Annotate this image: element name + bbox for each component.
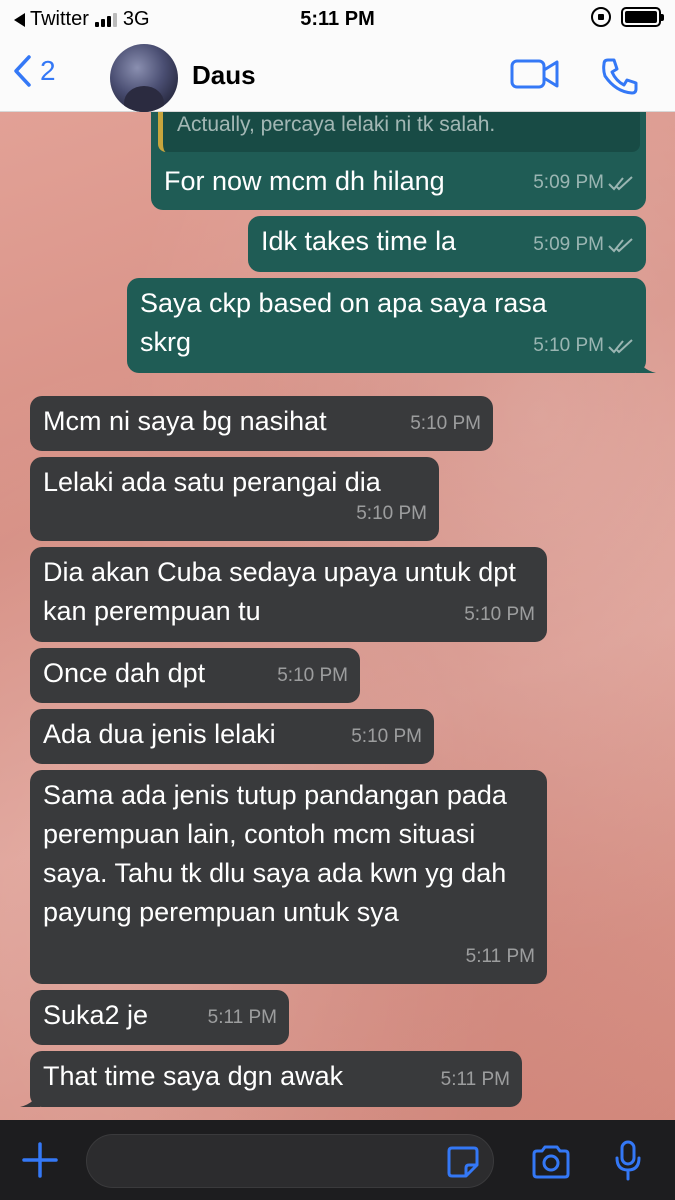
chat-header: 2 Daus bbox=[0, 38, 675, 112]
contact-name[interactable]: Daus bbox=[192, 60, 256, 91]
message-meta: 5:11 PM bbox=[466, 937, 535, 976]
plus-icon[interactable] bbox=[20, 1140, 60, 1180]
message-text: Mcm ni saya bg nasihat bbox=[43, 406, 327, 436]
camera-icon[interactable] bbox=[530, 1144, 572, 1180]
message-bubble-in[interactable]: Dia akan Cuba sedaya upaya untuk dpt kan… bbox=[30, 547, 547, 642]
microphone-icon[interactable] bbox=[614, 1140, 642, 1182]
message-text: Once dah dpt bbox=[43, 658, 206, 688]
message-bubble-in[interactable]: Ada dua jenis lelaki 5:10 PM bbox=[30, 709, 434, 764]
bubble-tail bbox=[636, 355, 656, 373]
quoted-message[interactable]: Actually, percaya lelaki ni tk salah. bbox=[158, 112, 640, 152]
message-input[interactable] bbox=[86, 1134, 494, 1188]
message-time: 5:09 PM bbox=[533, 172, 604, 193]
message-bubble-out[interactable]: Saya ckp based on apa saya rasa skrg 5:1… bbox=[127, 278, 656, 373]
status-right bbox=[591, 7, 664, 27]
phone-icon[interactable] bbox=[600, 56, 640, 96]
avatar[interactable] bbox=[110, 44, 178, 112]
message-time: 5:10 PM bbox=[356, 503, 427, 524]
message-meta: 5:10 PM bbox=[351, 717, 422, 756]
chevron-left-icon bbox=[14, 55, 31, 87]
message-text: Ada dua jenis lelaki bbox=[43, 719, 276, 749]
message-time: 5:10 PM bbox=[277, 665, 348, 686]
message-text: That time saya dgn awak bbox=[43, 1061, 344, 1091]
message-meta: 5:10 PM bbox=[464, 595, 535, 634]
read-ticks-icon bbox=[608, 175, 633, 190]
message-text: For now mcm dh hilang bbox=[164, 166, 445, 196]
message-input-bar bbox=[0, 1120, 675, 1200]
message-time: 5:10 PM bbox=[464, 604, 535, 625]
message-time: 5:10 PM bbox=[533, 335, 604, 356]
sticker-icon[interactable] bbox=[446, 1145, 480, 1179]
read-ticks-icon bbox=[608, 237, 633, 252]
bubble-tail bbox=[20, 1089, 40, 1107]
message-bubble-in[interactable]: That time saya dgn awak 5:11 PM bbox=[20, 1051, 522, 1107]
message-bubble-in[interactable]: Sama ada jenis tutup pandangan pada pere… bbox=[30, 770, 547, 984]
message-text: Dia akan Cuba sedaya upaya untuk dpt kan… bbox=[43, 557, 516, 626]
message-time: 5:11 PM bbox=[465, 946, 535, 967]
quoted-message-text: Actually, percaya lelaki ni tk salah. bbox=[177, 113, 496, 136]
message-meta: 5:10 PM bbox=[410, 404, 481, 443]
message-text: Sama ada jenis tutup pandangan pada pere… bbox=[43, 780, 507, 927]
message-time: 5:09 PM bbox=[533, 234, 604, 255]
status-bar: Twitter 3G 5:11 PM bbox=[0, 0, 675, 38]
message-time: 5:11 PM bbox=[207, 1007, 277, 1028]
message-text: Suka2 je bbox=[43, 1000, 149, 1030]
message-bubble-in[interactable]: Mcm ni saya bg nasihat 5:10 PM bbox=[30, 396, 493, 451]
rotation-lock-icon bbox=[591, 7, 611, 27]
message-meta: 5:10 PM bbox=[356, 494, 427, 533]
message-time: 5:11 PM bbox=[440, 1069, 510, 1090]
message-meta: 5:09 PM bbox=[533, 225, 634, 264]
message-bubble-out[interactable]: Idk takes time la 5:09 PM bbox=[248, 216, 646, 272]
back-button[interactable]: 2 bbox=[12, 54, 56, 88]
top-bar: Twitter 3G 5:11 PM 2 Daus bbox=[0, 0, 675, 112]
message-meta: 5:10 PM bbox=[277, 656, 348, 695]
status-time: 5:11 PM bbox=[300, 8, 375, 30]
chat-screen: For now mcm dh hilang 5:09 PM Actually, … bbox=[0, 0, 675, 1200]
message-meta: 5:09 PM bbox=[533, 163, 634, 202]
message-bubble-in[interactable]: Suka2 je 5:11 PM bbox=[30, 990, 289, 1045]
message-text: Idk takes time la bbox=[261, 226, 457, 256]
message-meta: 5:11 PM bbox=[208, 998, 277, 1037]
message-bubble-in[interactable]: Once dah dpt 5:10 PM bbox=[30, 648, 360, 703]
video-call-icon[interactable] bbox=[510, 58, 560, 90]
message-meta: 5:10 PM bbox=[533, 326, 634, 365]
message-time: 5:10 PM bbox=[410, 413, 481, 434]
battery-icon bbox=[621, 7, 664, 27]
unread-count: 2 bbox=[40, 55, 56, 86]
message-time: 5:10 PM bbox=[351, 726, 422, 747]
read-ticks-icon bbox=[608, 338, 633, 353]
message-bubble-in[interactable]: Lelaki ada satu perangai dia 5:10 PM bbox=[30, 457, 439, 541]
message-text: Lelaki ada satu perangai dia bbox=[43, 467, 381, 497]
message-text: Saya ckp based on apa saya rasa skrg bbox=[140, 288, 547, 357]
message-meta: 5:11 PM bbox=[441, 1060, 510, 1099]
